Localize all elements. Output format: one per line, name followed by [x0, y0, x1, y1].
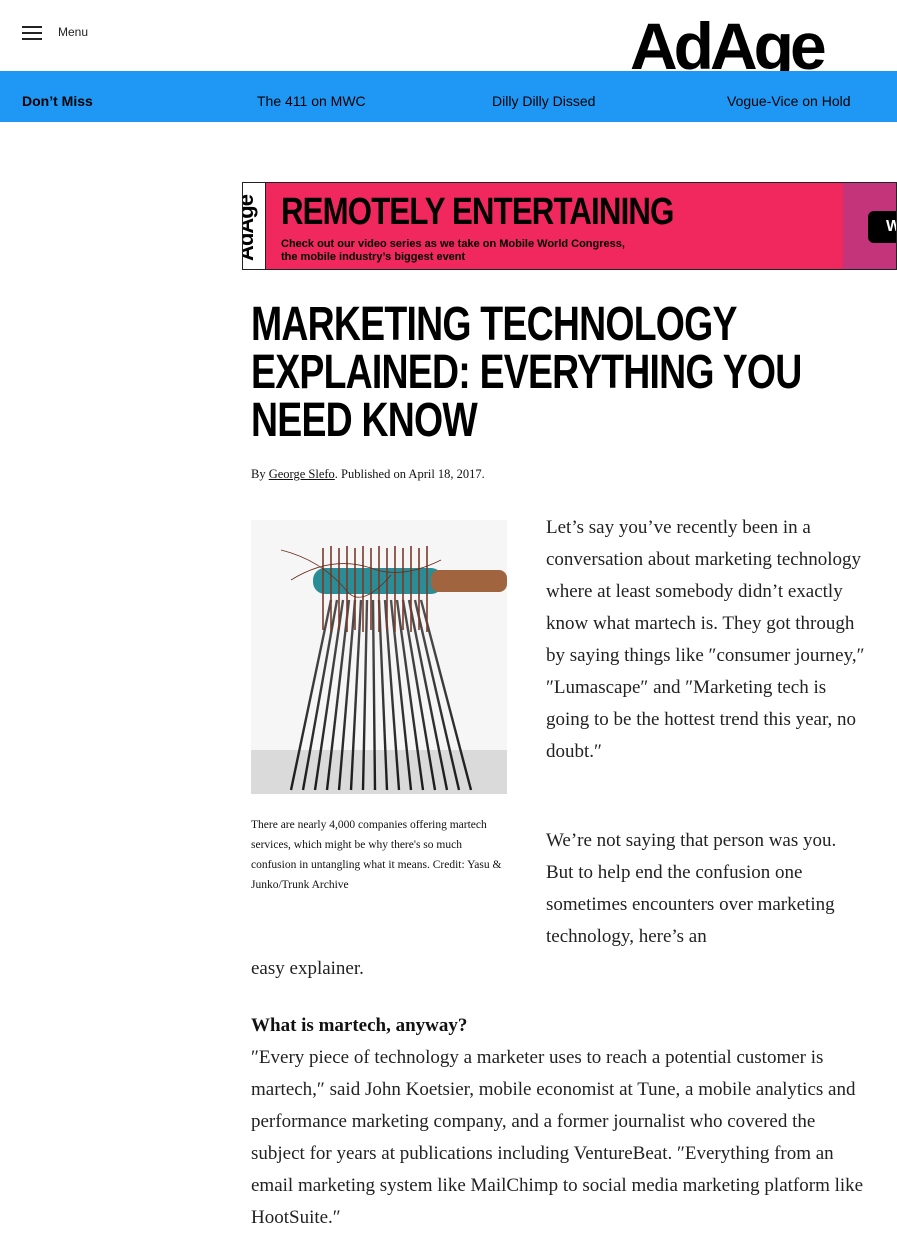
nav-link-dilly-dilly[interactable]: Dilly Dilly Dissed [492, 93, 595, 109]
banner-logo-strip: AdAge [243, 183, 266, 269]
byline: By George Slefo. Published on April 18, … [251, 467, 485, 482]
banner-ad[interactable]: AdAge REMOTELY ENTERTAINING Check out ou… [242, 182, 897, 270]
banner-headline: REMOTELY ENTERTAINING [281, 191, 674, 233]
photo-caption: There are nearly 4,000 companies offerin… [251, 819, 502, 891]
banner-subtext: Check out our video series as we take on… [281, 238, 625, 264]
banner-cta-panel: W [843, 183, 896, 269]
paragraph-2: We’re not saying that person was you. Bu… [546, 830, 837, 947]
published-date: . Published on April 18, 2017. [334, 467, 485, 481]
nav-link-vogue-vice[interactable]: Vogue-Vice on Hold [727, 93, 851, 109]
article-headline: MARKETING TECHNOLOGY EXPLAINED: EVERYTHI… [251, 298, 802, 447]
section-subhead: What is martech, anyway? [251, 1015, 468, 1036]
paragraph-3: ″Every piece of technology a marketer us… [251, 1047, 864, 1228]
author-link[interactable]: George Slefo [269, 467, 335, 481]
byline-prefix: By [251, 467, 269, 481]
menu-button[interactable]: Menu [22, 24, 88, 40]
paragraph-2-end: easy explainer. [251, 958, 364, 979]
hamburger-icon [22, 24, 42, 40]
dont-miss-bar: Don’t Miss The 411 on MWC Dilly Dilly Di… [0, 71, 897, 122]
banner-subtext-line1: Check out our video series as we take on… [281, 238, 625, 250]
banner-subtext-line2: the mobile industry’s biggest event [281, 251, 466, 263]
article-photo [251, 520, 507, 794]
dont-miss-label: Don’t Miss [22, 93, 93, 109]
banner-logo: AdAge [242, 195, 258, 261]
menu-label: Menu [58, 25, 89, 39]
banner-cta-button[interactable]: W [868, 211, 896, 243]
hairbrush-image [251, 520, 507, 794]
paragraph-1: Let’s say you’ve recently been in a conv… [546, 517, 865, 762]
site-header: Menu AdAge [0, 0, 897, 83]
nav-link-411-mwc[interactable]: The 411 on MWC [257, 93, 366, 109]
